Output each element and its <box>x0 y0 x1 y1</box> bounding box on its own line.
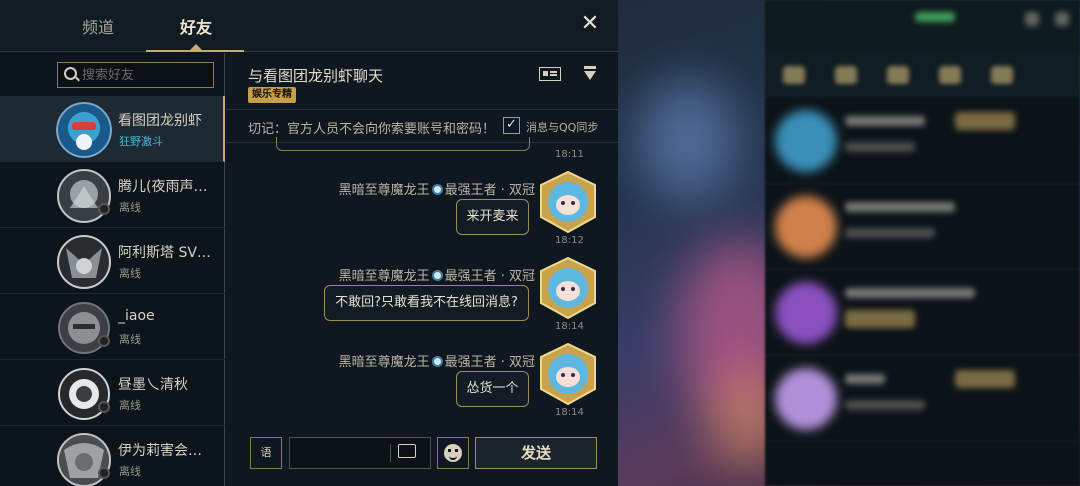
friend-status: 离线 <box>119 267 141 280</box>
friend-item[interactable]: 看图团龙别虾 狂野激斗 <box>0 96 225 162</box>
sender-name: 黑暗至尊魔龙王 <box>338 269 430 284</box>
friend-name: _iaoe <box>118 308 155 324</box>
previous-message-bubble <box>276 137 530 151</box>
friend-name: 伊为莉害会… <box>118 443 202 459</box>
social-panel: 频道 好友 ✕ ||| 看图团龙别虾 狂野激斗 <box>0 0 618 486</box>
friend-item[interactable]: 腾儿(夜雨声… 离线 <box>0 162 225 228</box>
message-time: 18:12 <box>555 235 584 246</box>
security-warning-text: 切记：官方人员不会向你索要账号和密码！ <box>248 122 496 137</box>
friend-status: 离线 <box>119 399 141 412</box>
friend-avatar <box>58 368 110 420</box>
message-sender: 黑暗至尊魔龙王 最强王者 · 双冠 <box>339 265 535 284</box>
voice-input-button[interactable]: 语 <box>250 437 282 469</box>
friend-avatar <box>58 302 110 354</box>
offline-dot <box>98 335 110 347</box>
friend-name: 阿利斯塔 SV… <box>118 245 211 261</box>
filter-icon[interactable] <box>584 66 596 82</box>
sender-rank: 最强王者 · 双冠 <box>444 269 535 284</box>
tab-bar: 频道 好友 ✕ <box>0 0 618 52</box>
sender-rank: 最强王者 · 双冠 <box>444 183 535 198</box>
close-button[interactable]: ✕ <box>580 12 600 36</box>
active-tab-caret <box>190 44 202 50</box>
rank-icon <box>431 270 443 281</box>
qq-sync-label: 消息与QQ同步 <box>526 121 599 134</box>
search-icon <box>64 67 77 80</box>
friend-item[interactable]: _iaoe 离线 <box>0 294 225 360</box>
sender-avatar[interactable] <box>537 343 599 405</box>
friend-name: 看图团龙别虾 <box>118 113 202 129</box>
message-bubble: 不敢回?只敢看我不在线回消息? <box>324 285 529 321</box>
quick-message-icon[interactable] <box>398 444 416 458</box>
rank-icon <box>431 184 443 195</box>
message-input[interactable] <box>289 437 431 469</box>
send-button[interactable]: 发送 <box>475 437 597 469</box>
chat-title: 与看图团龙别虾聊天 <box>248 67 384 85</box>
message-bubble: 来开麦来 <box>456 199 529 235</box>
friends-list: 看图团龙别虾 狂野激斗 腾儿(夜雨声… 离线 阿利斯塔 SV… 离线 <box>0 53 225 486</box>
friend-status: 离线 <box>119 201 141 214</box>
sender-rank: 最强王者 · 双冠 <box>444 355 535 370</box>
tab-friends[interactable]: 好友 <box>180 14 212 38</box>
friend-status: 离线 <box>119 333 141 346</box>
message-time: 18:14 <box>555 407 584 418</box>
sender-name: 黑暗至尊魔龙王 <box>338 183 430 198</box>
friend-name: 昼墨乀清秋 <box>118 377 188 393</box>
offline-dot <box>98 203 110 215</box>
message-sender: 黑暗至尊魔龙王 最强王者 · 双冠 <box>339 351 535 370</box>
input-separator <box>390 444 391 462</box>
friend-avatar <box>57 235 111 289</box>
offline-dot <box>98 467 110 479</box>
friend-status: 离线 <box>119 465 141 478</box>
profile-card-icon[interactable] <box>539 67 561 81</box>
mode-tag-badge: 娱乐专精 <box>248 87 296 103</box>
friend-item[interactable]: 伊为莉害会… 离线 <box>0 426 225 486</box>
chat-window: 与看图团龙别虾聊天 娱乐专精 切记：官方人员不会向你索要账号和密码！ ✓ 消息与… <box>226 53 618 486</box>
friend-name: 腾儿(夜雨声… <box>118 179 208 195</box>
sender-name: 黑暗至尊魔龙王 <box>338 355 430 370</box>
message-sender: 黑暗至尊魔龙王 最强王者 · 双冠 <box>339 179 535 198</box>
friend-avatar <box>57 169 111 223</box>
active-tab-indicator <box>146 50 244 52</box>
friend-avatar <box>56 102 112 158</box>
message-time: 18:11 <box>555 149 584 160</box>
sender-avatar[interactable] <box>537 257 599 319</box>
message-bubble: 怂货一个 <box>456 371 529 407</box>
smiley-icon <box>444 444 462 462</box>
tab-channel[interactable]: 频道 <box>82 14 114 38</box>
search-box[interactable] <box>57 62 214 88</box>
message-time: 18:14 <box>555 321 584 332</box>
blurred-social-panel <box>765 0 1080 486</box>
rank-icon <box>431 356 443 367</box>
offline-dot <box>98 401 110 413</box>
friend-status: 狂野激斗 <box>119 135 163 148</box>
sender-avatar[interactable] <box>537 171 599 233</box>
qq-sync-checkbox[interactable]: ✓ <box>503 117 520 134</box>
emoji-button[interactable] <box>437 437 469 469</box>
search-input[interactable] <box>82 66 210 84</box>
friend-item[interactable]: 阿利斯塔 SV… 离线 <box>0 228 225 294</box>
friend-item[interactable]: 昼墨乀清秋 离线 <box>0 360 225 426</box>
